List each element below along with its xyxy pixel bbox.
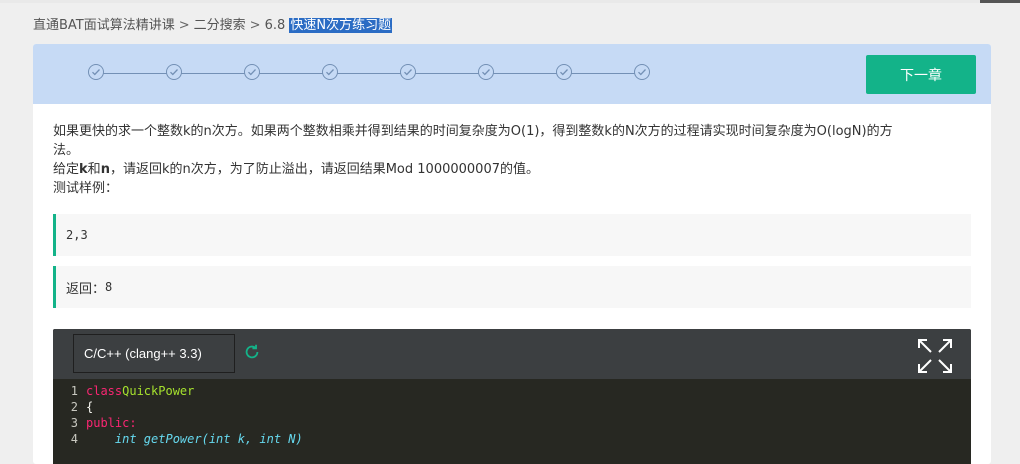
line-number: 2	[70, 400, 78, 414]
check-icon	[248, 69, 256, 76]
problem-text: 和	[87, 162, 101, 177]
progress-step-5[interactable]	[400, 64, 416, 80]
sample-output-value: 8	[105, 280, 113, 294]
code-editor: C/C++ (clang++ 3.3) 1 class QuickPower 2{…	[53, 329, 971, 464]
language-select[interactable]: C/C++ (clang++ 3.3)	[73, 334, 235, 373]
progress-step-6[interactable]	[478, 64, 494, 80]
breadcrumb-current: 快速N次方练习题	[289, 18, 393, 33]
progress-bar: 下一章	[33, 44, 991, 104]
progress-step-7[interactable]	[556, 64, 572, 80]
sample-output-label: 返回：	[66, 281, 106, 297]
progress-step-8[interactable]	[634, 64, 650, 80]
check-icon	[638, 69, 646, 76]
progress-step-1[interactable]	[88, 64, 104, 80]
exercise-card: 下一章 如果更快的求一个整数k的n次方。如果两个整数相乘并得到结果的时间复杂度为…	[33, 44, 991, 464]
param-k: k	[79, 162, 88, 177]
code-line: 1 class QuickPower	[53, 383, 971, 399]
top-bar	[0, 0, 1020, 3]
refresh-icon[interactable]	[243, 343, 261, 361]
check-icon	[170, 69, 178, 76]
top-bar-indicator	[980, 0, 1020, 3]
code-line: 2{	[53, 399, 971, 415]
line-number: 3	[70, 416, 78, 430]
breadcrumb: 直通BAT面试算法精讲课 > 二分搜索 >6.8 快速N次方练习题	[33, 14, 393, 33]
fullscreen-icon[interactable]	[917, 338, 953, 374]
problem-description: 如果更快的求一个整数k的n次方。如果两个整数相乘并得到结果的时间复杂度为O(1)…	[53, 122, 958, 198]
problem-text-line: 给定k和n，请返回k的n次方，为了防止溢出，请返回结果Mod 100000000…	[53, 160, 958, 179]
next-chapter-button[interactable]: 下一章	[866, 55, 976, 94]
problem-text-line: 法。	[53, 143, 80, 158]
line-number: 4	[70, 432, 78, 446]
sample-heading: 测试样例：	[53, 181, 119, 196]
sample-input: 2,3	[53, 214, 971, 256]
param-n: n	[100, 162, 110, 177]
breadcrumb-course-link[interactable]: 直通BAT面试算法精讲课	[33, 18, 175, 33]
problem-text: 给定	[53, 162, 80, 177]
breadcrumb-separator: >	[249, 18, 261, 33]
check-icon	[560, 69, 568, 76]
code-keyword: class	[86, 384, 123, 398]
progress-step-2[interactable]	[166, 64, 182, 80]
breadcrumb-section-number: 6.8	[264, 18, 286, 33]
code-text: int getPower(int k, int N)	[86, 432, 303, 446]
breadcrumb-chapter-link[interactable]: 二分搜索	[194, 18, 246, 33]
check-icon	[92, 69, 100, 76]
code-class-name: QuickPower	[122, 384, 195, 398]
check-icon	[326, 69, 334, 76]
code-line: 4 int getPower(int k, int N)	[53, 431, 971, 447]
breadcrumb-separator: >	[178, 18, 190, 33]
code-text: public:	[86, 416, 137, 430]
code-area[interactable]: 1 class QuickPower 2{ 3 public: 4 int getP…	[53, 379, 971, 447]
check-icon	[482, 69, 490, 76]
check-icon	[404, 69, 412, 76]
code-line: 3 public:	[53, 415, 971, 431]
problem-text-line: 如果更快的求一个整数k的n次方。如果两个整数相乘并得到结果的时间复杂度为O(1)…	[53, 124, 893, 139]
editor-toolbar: C/C++ (clang++ 3.3)	[53, 329, 971, 379]
progress-step-4[interactable]	[322, 64, 338, 80]
problem-text: ，请返回k的n次方，为了防止溢出，请返回结果Mod 1000000007的值。	[109, 162, 539, 177]
sample-output: 返回： 8	[53, 266, 971, 308]
code-text: {	[86, 400, 94, 414]
line-number: 1	[70, 384, 78, 398]
progress-step-3[interactable]	[244, 64, 260, 80]
